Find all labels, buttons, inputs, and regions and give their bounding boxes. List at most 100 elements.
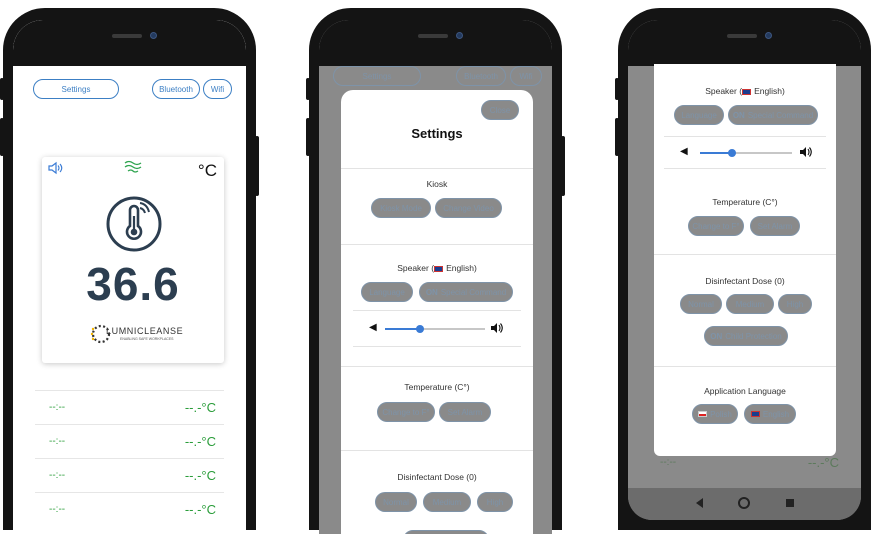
set-alarm-button[interactable]: Set Alarm xyxy=(439,402,491,422)
reading-value: --.-°C xyxy=(184,502,216,517)
brand-tagline: ENABLING SAFE WORKPLACES xyxy=(120,337,174,341)
earpiece xyxy=(726,34,757,38)
settings-button[interactable]: Settings xyxy=(33,79,119,99)
bluetooth-button[interactable]: Bluetooth xyxy=(152,79,200,99)
special-command-label: Special Command xyxy=(440,287,507,297)
dose-normal-button[interactable]: Normal xyxy=(375,492,417,512)
dose-high-button[interactable]: High xyxy=(778,294,812,314)
earpiece xyxy=(111,34,142,38)
polish-label: Polish xyxy=(710,409,732,419)
english-language-button[interactable]: English xyxy=(744,404,796,424)
language-label: Language xyxy=(369,287,405,297)
background-settings-button: Settings xyxy=(333,66,421,86)
background-reading-time: --:-- xyxy=(660,457,677,468)
section-divider xyxy=(341,366,533,367)
section-divider xyxy=(654,366,836,367)
reading-time: --:-- xyxy=(49,470,66,481)
change-to-f-button[interactable]: Change to F° xyxy=(377,402,435,422)
close-button[interactable]: Close xyxy=(481,100,519,120)
dose-medium-button[interactable]: Medium xyxy=(726,294,774,314)
temperature-section-title: Temperature (C°) xyxy=(712,197,778,207)
list-divider xyxy=(35,424,224,425)
nav-recents-icon[interactable] xyxy=(786,499,794,507)
side-button xyxy=(255,136,259,196)
flag-poland-icon xyxy=(698,411,708,417)
dose-normal-button[interactable]: Normal xyxy=(680,294,722,314)
phone-frame-right: --:-- --.-°C Speaker (English) Language … xyxy=(615,8,871,530)
phone-frame-left: Settings Bluetooth Wifi °C 36.6 LUMNICLE… xyxy=(0,8,259,534)
list-divider xyxy=(35,390,224,391)
set-alarm-button[interactable]: Set Alarm xyxy=(750,216,800,236)
section-divider xyxy=(341,168,533,169)
toggle-on-label: ON xyxy=(732,110,745,120)
volume-mute-icon: ◀ xyxy=(369,322,377,333)
dose-high-button[interactable]: High xyxy=(477,492,513,512)
speaker-title-prefix: Speaker ( xyxy=(705,86,743,96)
section-divider xyxy=(654,254,836,255)
kiosk-mode-button[interactable]: Kiosk Mode xyxy=(371,198,431,218)
section-divider xyxy=(664,168,826,169)
wifi-button[interactable]: Wifi xyxy=(203,79,232,99)
nav-back-icon[interactable] xyxy=(696,498,703,508)
child-protection-toggle[interactable]: ON Child Protection xyxy=(704,326,788,346)
background-bluetooth-button: Bluetooth xyxy=(456,66,506,86)
flag-uk-icon xyxy=(742,88,752,95)
android-nav-bar xyxy=(628,488,861,520)
special-command-toggle[interactable]: ON Special Command xyxy=(419,282,513,302)
volume-slider-fill xyxy=(385,328,420,330)
notch-bar xyxy=(628,20,861,66)
phone-screen: Settings Bluetooth Wifi Close Settings K… xyxy=(319,20,552,534)
language-button[interactable]: Language xyxy=(674,105,724,125)
volume-slider[interactable] xyxy=(700,149,792,157)
section-divider xyxy=(353,310,521,311)
speaker-title-lang: English) xyxy=(754,86,785,96)
earpiece xyxy=(417,34,448,38)
settings-modal: Close Settings Kiosk Kiosk Mode Change V… xyxy=(341,90,533,534)
brand-logo: LUMNICLEANSE ENABLING SAFE WORKPLACES xyxy=(90,323,186,345)
side-button xyxy=(615,78,619,100)
child-protection-toggle-partial[interactable] xyxy=(403,530,489,534)
polish-language-button[interactable]: Polish xyxy=(692,404,738,424)
section-divider xyxy=(341,450,533,451)
toggle-on-label: ON xyxy=(425,287,438,297)
change-video-button[interactable]: Change Video xyxy=(435,198,502,218)
side-button xyxy=(306,118,310,156)
reading-time: --:-- xyxy=(49,504,66,515)
flag-uk-icon xyxy=(750,411,760,417)
volume-slider[interactable] xyxy=(385,325,485,333)
notch-bar xyxy=(13,20,246,66)
child-protection-label: Child Protection xyxy=(725,331,782,341)
list-divider xyxy=(35,492,224,493)
volume-slider-knob[interactable] xyxy=(728,149,737,157)
background-wifi-button: Wifi xyxy=(510,66,542,86)
temperature-card: °C 36.6 LUMNICLEANSE ENABLING SAFE WORKP… xyxy=(42,157,224,363)
temperature-unit[interactable]: °C xyxy=(198,161,217,181)
temperature-section-title: Temperature (C°) xyxy=(404,382,470,392)
section-divider xyxy=(341,244,533,245)
reading-time: --:-- xyxy=(49,436,66,447)
speaker-volume-icon[interactable] xyxy=(48,161,64,175)
dose-section-title: Disinfectant Dose (0) xyxy=(705,276,785,286)
section-divider xyxy=(664,136,826,137)
change-to-f-button[interactable]: Change to F° xyxy=(688,216,744,236)
wifi-connection-icon xyxy=(124,160,142,173)
dose-medium-button[interactable]: Medium xyxy=(423,492,471,512)
language-button[interactable]: Language xyxy=(361,282,413,302)
volume-slider-knob[interactable] xyxy=(416,325,424,333)
volume-up-icon xyxy=(800,147,812,157)
special-command-label: Special Command xyxy=(747,110,814,120)
notch-bar xyxy=(319,20,552,66)
reading-time: --:-- xyxy=(49,402,66,413)
side-button xyxy=(561,136,565,196)
background-reading-value: --.-°C xyxy=(807,455,839,470)
section-divider xyxy=(353,346,521,347)
speaker-section-title: Speaker ( English) xyxy=(654,86,836,96)
special-command-toggle[interactable]: ON Special Command xyxy=(728,105,818,125)
phone-screen: --:-- --.-°C Speaker (English) Language … xyxy=(628,20,861,520)
language-label: Language xyxy=(681,110,717,120)
list-divider xyxy=(35,458,224,459)
side-button xyxy=(0,118,4,156)
reading-value: --.-°C xyxy=(184,468,216,483)
nav-home-icon[interactable] xyxy=(738,497,750,509)
speaker-title-prefix: Speaker ( xyxy=(397,263,435,273)
